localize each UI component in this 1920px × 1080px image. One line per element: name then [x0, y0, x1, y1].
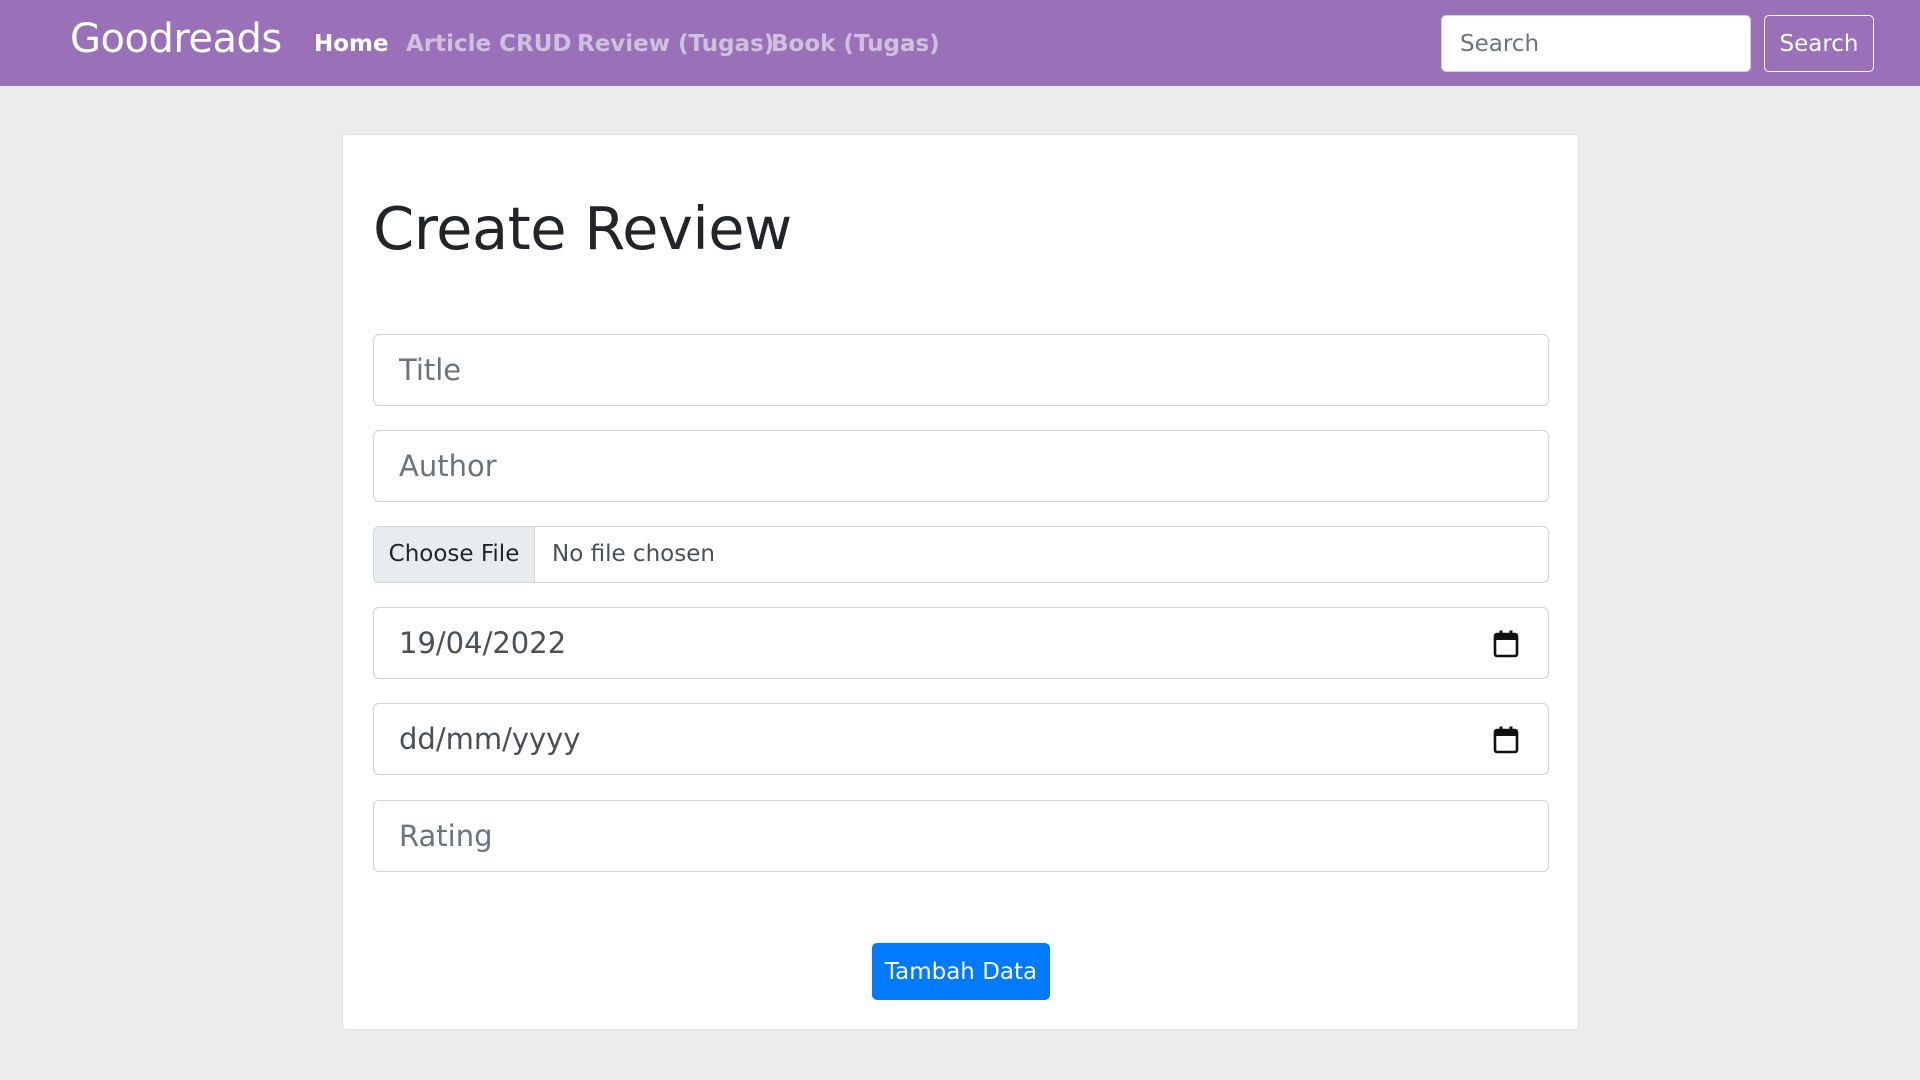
brand-logo[interactable]: Goodreads	[70, 13, 282, 65]
search-button[interactable]: Search	[1764, 15, 1874, 72]
file-upload-field[interactable]: Choose File No file chosen	[373, 526, 1549, 583]
tambah-data-button[interactable]: Tambah Data	[872, 943, 1050, 1000]
nav-link-article-crud[interactable]: Article CRUD	[406, 28, 572, 60]
end-date-field[interactable]: dd/mm/yyyy	[373, 703, 1549, 775]
file-status-text: No file chosen	[552, 541, 715, 567]
start-date-field[interactable]: 19/04/2022	[373, 607, 1549, 679]
choose-file-button[interactable]: Choose File	[374, 527, 535, 582]
rating-field[interactable]	[373, 800, 1549, 872]
nav-link-book[interactable]: Book (Tugas)	[771, 28, 940, 60]
create-review-card: Create Review Choose File No file chosen…	[342, 134, 1579, 1030]
calendar-icon[interactable]	[1493, 726, 1519, 754]
top-navbar: Goodreads Home Article CRUD Review (Tuga…	[0, 0, 1920, 86]
calendar-icon[interactable]	[1493, 630, 1519, 658]
end-date-value: dd/mm/yyyy	[399, 722, 581, 756]
search-input[interactable]	[1441, 15, 1751, 72]
title-field[interactable]	[373, 334, 1549, 406]
nav-link-home[interactable]: Home	[314, 28, 389, 60]
start-date-value: 19/04/2022	[399, 626, 567, 660]
author-field[interactable]	[373, 430, 1549, 502]
page-title: Create Review	[373, 194, 792, 263]
nav-link-review[interactable]: Review (Tugas)	[577, 28, 774, 60]
